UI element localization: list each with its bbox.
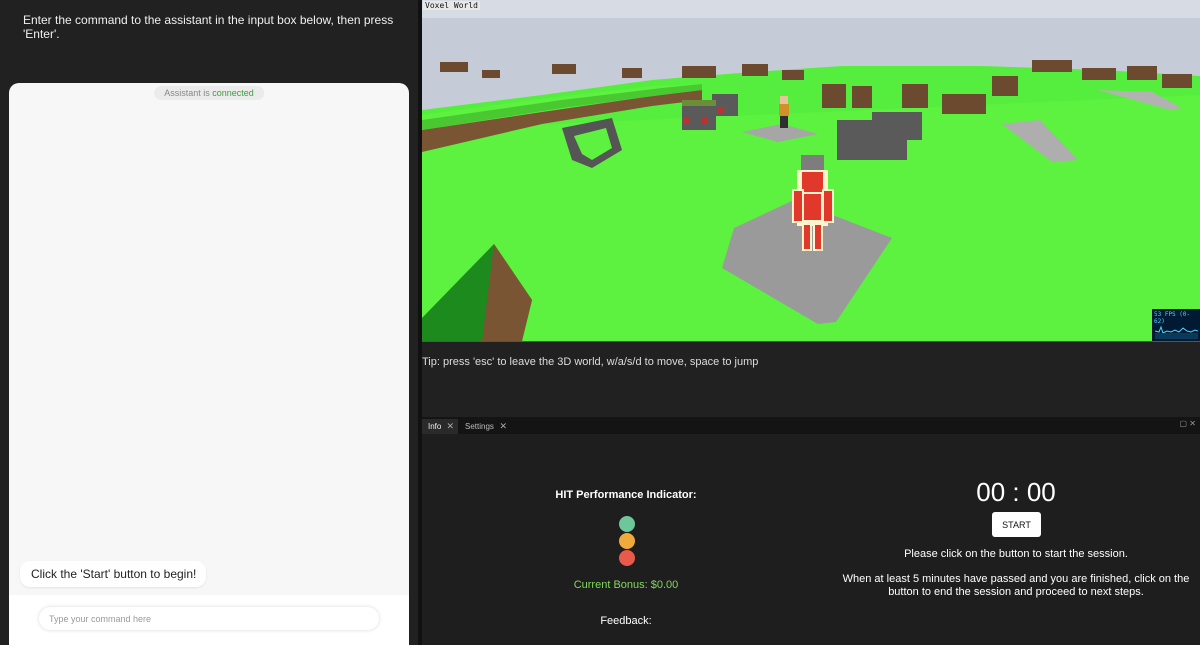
status-prefix: Assistant is [164,88,213,98]
chat-window: Assistant is connected Click the 'Start'… [9,83,409,645]
tip-text: Tip: press 'esc' to leave the 3D world, … [422,356,759,368]
feedback-label: Feedback: [600,615,652,627]
viewport-title: Voxel World [423,1,480,10]
tab-info-close-icon[interactable]: ✕ [446,419,454,434]
instruction-text: Enter the command to the assistant in th… [23,13,394,41]
start-button[interactable]: START [992,512,1041,537]
fps-graph [1155,325,1198,339]
tab-info[interactable]: Info ✕ [422,419,458,434]
current-bonus: Current Bonus: $0.00 [573,579,679,591]
connection-status-badge: Assistant is connected [154,86,264,100]
command-input[interactable] [39,607,379,630]
chat-panel: Enter the command to the assistant in th… [0,0,418,645]
input-area [9,595,409,645]
indicator-light-red [619,550,635,566]
end-session-instruction: When at least 5 minutes have passed and … [842,573,1190,598]
fps-counter: 53 FPS (0-62) [1152,309,1200,341]
tab-settings[interactable]: Settings ✕ [459,419,511,434]
dock-panel: Info ✕ Settings ✕ ▢ ✕ HIT Performance In… [422,417,1200,645]
hit-performance-title: HIT Performance Indicator: [555,489,697,501]
session-timer: 00 : 00 [976,477,1056,507]
tab-settings-label: Settings [465,422,494,431]
start-instruction: Please click on the button to start the … [904,548,1128,560]
tab-settings-close-icon[interactable]: ✕ [499,419,507,434]
voxel-scene [422,0,1200,341]
tab-info-label: Info [428,422,442,431]
status-state: connected [212,88,254,98]
tab-bar: Info ✕ Settings ✕ ▢ ✕ [422,417,1200,434]
tip-bar: Tip: press 'esc' to leave the 3D world, … [422,341,1200,418]
indicator-light-yellow [619,533,635,549]
indicator-light-green [619,516,635,532]
dock-window-controls[interactable]: ▢ ✕ [1180,419,1196,428]
voxel-world-viewport[interactable]: Voxel World 53 FPS (0-62) [422,0,1200,341]
assistant-message: Click the 'Start' button to begin! [20,561,207,587]
fps-label: 53 FPS (0-62) [1154,311,1191,325]
